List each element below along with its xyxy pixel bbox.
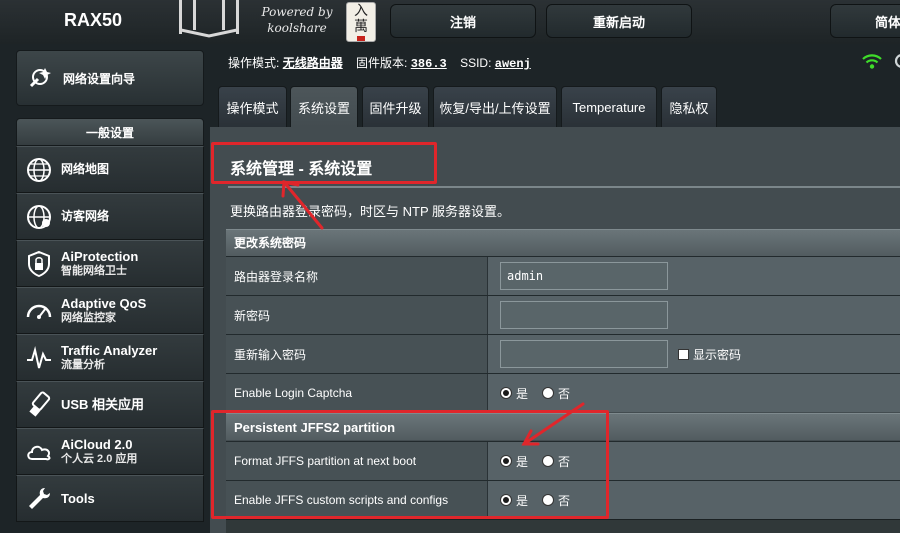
sidebar-item-network-map[interactable]: 网络地图: [16, 146, 204, 193]
captcha-no-label: 否: [558, 386, 571, 401]
sidebar-item-guest-network[interactable]: 访客网络: [16, 193, 204, 240]
status-line: 操作模式: 无线路由器 固件版本: 386.3 SSID: awenj: [228, 56, 531, 71]
shield-icon: [28, 250, 50, 277]
login-name-label: 路由器登录名称: [226, 257, 488, 295]
logo-seal-icon: [357, 36, 365, 41]
password-section-header: 更改系统密码: [226, 229, 900, 256]
sidebar-item-aiprotection[interactable]: AiProtection 智能网络卫士: [16, 240, 204, 287]
globe-icon: [27, 157, 51, 182]
general-settings-header: 一般设置: [16, 118, 204, 146]
sidebar-item-adaptive-qos[interactable]: Adaptive QoS 网络监控家: [16, 287, 204, 334]
new-password-row: 新密码: [226, 295, 900, 334]
captcha-yes-radio[interactable]: [500, 387, 512, 399]
retype-password-row: 重新输入密码 显示密码: [226, 334, 900, 373]
operation-mode-link[interactable]: 无线路由器: [283, 56, 343, 70]
retype-password-label: 重新输入密码: [226, 335, 488, 373]
captcha-no-radio[interactable]: [542, 387, 555, 399]
brand-model: RAX50: [64, 10, 123, 30]
wrench-icon: [29, 487, 50, 509]
wizard-icon: [29, 68, 51, 88]
cloud-icon: [27, 445, 51, 460]
page-description: 更换路由器登录密码，时区与 NTP 服务器设置。: [230, 204, 510, 219]
firmware-version-link[interactable]: 386.3: [411, 57, 447, 71]
sidebar-item-traffic-analyzer[interactable]: Traffic Analyzer 流量分析: [16, 334, 204, 381]
annotation-box-jffs: [211, 410, 609, 519]
tab-firmware-upgrade[interactable]: 固件升级: [362, 86, 429, 127]
sidebar: 网络设置向导 一般设置 网络地图 访客网络 AiProtection 智能网络卫…: [0, 44, 210, 533]
koolshare-logo: 入 萬: [346, 2, 376, 42]
tab-system-settings[interactable]: 系统设置: [290, 86, 358, 127]
retype-password-input[interactable]: [500, 340, 668, 368]
new-password-label: 新密码: [226, 296, 488, 334]
login-name-row: 路由器登录名称 admin: [226, 256, 900, 295]
annotation-box-title: [211, 142, 437, 184]
tab-restore-save-upload[interactable]: 恢复/导出/上传设置: [433, 86, 557, 127]
login-captcha-label: Enable Login Captcha: [226, 374, 488, 412]
new-password-input[interactable]: [500, 301, 668, 329]
usb-icon: [29, 390, 51, 417]
sidebar-item-tools[interactable]: Tools: [16, 475, 204, 522]
next-section-edge: [226, 519, 900, 533]
tab-temperature[interactable]: Temperature: [561, 86, 657, 127]
tab-privacy[interactable]: 隐私权: [661, 86, 717, 127]
title-divider: [228, 186, 900, 188]
reboot-button[interactable]: 重新启动: [546, 4, 692, 38]
show-password-checkbox[interactable]: [678, 348, 689, 360]
logout-button[interactable]: 注销: [390, 4, 536, 38]
show-password-label: 显示密码: [693, 347, 742, 362]
sidebar-item-aicloud[interactable]: AiCloud 2.0 个人云 2.0 应用: [16, 428, 204, 475]
login-name-input[interactable]: admin: [500, 262, 668, 290]
speedometer-icon: [26, 304, 52, 319]
traffic-icon: [27, 345, 51, 368]
language-button[interactable]: 简体: [830, 4, 900, 38]
tab-operation-mode[interactable]: 操作模式: [218, 86, 287, 127]
captcha-yes-label: 是: [516, 386, 529, 401]
ssid-link[interactable]: awenj: [495, 57, 531, 71]
router-graphic-icon: [179, 0, 239, 38]
wifi-icon[interactable]: [862, 52, 882, 70]
login-captcha-row: Enable Login Captcha 是 否: [226, 373, 900, 412]
guest-network-icon: [27, 204, 51, 229]
sidebar-item-usb-apps[interactable]: USB 相关应用: [16, 381, 204, 428]
powered-by-text: Powered by koolshare: [261, 5, 333, 35]
top-header: RAX50 Powered by koolshare 入 萬 注销 重新启动 简…: [0, 0, 900, 44]
network-setup-wizard-button[interactable]: 网络设置向导: [16, 50, 204, 106]
gear-icon[interactable]: [890, 52, 900, 70]
